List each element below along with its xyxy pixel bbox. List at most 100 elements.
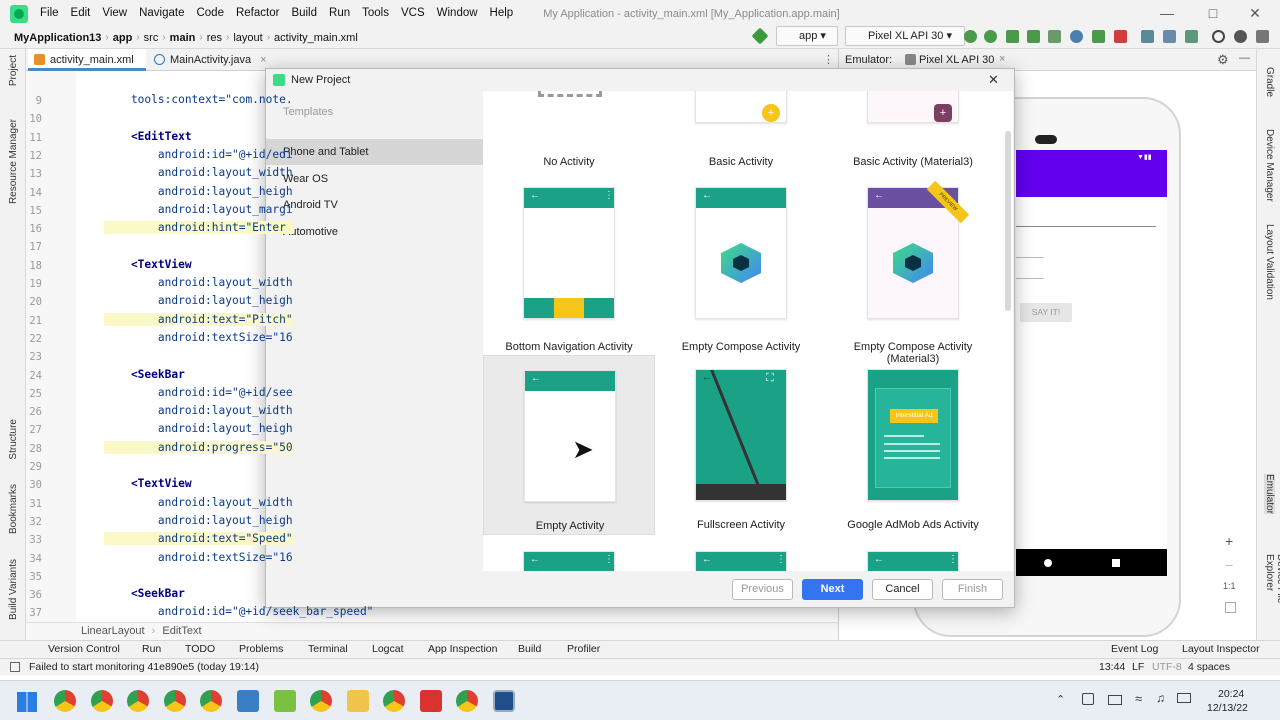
device-select[interactable]: Pixel XL API 30 ▾ bbox=[845, 26, 965, 46]
category-wear-os[interactable]: Wear OS bbox=[266, 166, 483, 192]
tool-build[interactable]: Build bbox=[518, 643, 541, 655]
notepad-icon[interactable] bbox=[237, 690, 259, 712]
recents-nav-icon[interactable] bbox=[1112, 559, 1120, 567]
menu-code[interactable]: Code bbox=[190, 0, 230, 27]
code-line[interactable]: <SeekBar bbox=[104, 587, 185, 600]
tool-event-log[interactable]: Event Log bbox=[1111, 643, 1158, 655]
tool-project[interactable]: Project bbox=[8, 55, 19, 86]
chrome-icon[interactable] bbox=[127, 690, 149, 712]
menu-window[interactable]: Window bbox=[431, 0, 484, 27]
template-bottom-navigation[interactable]: ← ⋮ Bottom Navigation Activity bbox=[483, 187, 655, 367]
code-line[interactable]: android:hint="Enter bbox=[104, 221, 293, 235]
code-line[interactable]: android:layout_heigh bbox=[104, 294, 293, 307]
menu-tools[interactable]: Tools bbox=[356, 0, 395, 27]
android-studio-taskbar-icon[interactable] bbox=[493, 690, 515, 712]
tool-run[interactable]: Run bbox=[142, 643, 161, 655]
emulator-settings-icon[interactable]: ⚙ bbox=[1217, 52, 1229, 68]
crumb-file[interactable]: activity_main.xml bbox=[270, 32, 362, 44]
previous-button[interactable]: Previous bbox=[732, 579, 793, 600]
volume-icon[interactable]: ♫ bbox=[1156, 691, 1165, 705]
caret-position[interactable]: 13:44 bbox=[1099, 661, 1125, 673]
template-empty-compose-material3[interactable]: ← PREVIEW Empty Compose Activity (Materi… bbox=[827, 180, 999, 367]
status-toggle-icon[interactable] bbox=[10, 662, 20, 672]
close-tab-icon[interactable]: × bbox=[260, 54, 266, 66]
template-no-activity[interactable]: No Activity bbox=[483, 91, 655, 191]
close-window-icon[interactable]: ✕ bbox=[1232, 0, 1278, 27]
clock-date[interactable]: 12/13/22 bbox=[1207, 702, 1248, 714]
indent-setting[interactable]: 4 spaces bbox=[1188, 661, 1230, 673]
coverage-icon[interactable] bbox=[1048, 30, 1061, 43]
grid-scrollbar[interactable] bbox=[1005, 131, 1011, 311]
sdk-manager-icon[interactable] bbox=[1185, 30, 1198, 43]
template-admob-ads[interactable]: Interstitial Ad Google AdMob Ads Activit… bbox=[827, 355, 999, 535]
crumb-layout[interactable]: layout bbox=[229, 32, 266, 44]
chrome-icon[interactable] bbox=[383, 690, 405, 712]
tool-layout-inspector[interactable]: Layout Inspector bbox=[1182, 643, 1260, 655]
tool-todo[interactable]: TODO bbox=[185, 643, 215, 655]
more-tabs-icon[interactable]: ⋮ bbox=[823, 53, 834, 66]
code-line[interactable]: android:text="Speed" bbox=[104, 532, 293, 546]
code-line[interactable]: android:layout_heigh bbox=[104, 185, 293, 198]
menu-vcs[interactable]: VCS bbox=[395, 0, 431, 27]
template-grid[interactable]: No Activity + Basic Activity + Basic Act… bbox=[483, 91, 1013, 571]
category-android-tv[interactable]: Android TV bbox=[266, 192, 483, 218]
rerun-icon[interactable] bbox=[964, 30, 977, 43]
recorder-icon[interactable] bbox=[420, 690, 442, 712]
code-line[interactable]: android:layout_width bbox=[104, 166, 293, 179]
finish-button[interactable]: Finish bbox=[942, 579, 1003, 600]
phone-screen[interactable]: ▼▮▮ SAY IT! bbox=[1016, 150, 1167, 576]
menu-navigate[interactable]: Navigate bbox=[133, 0, 190, 27]
emulator-device-tab[interactable]: Pixel XL API 30 bbox=[919, 54, 994, 66]
tool-app-inspection[interactable]: App Inspection bbox=[428, 643, 497, 655]
code-line[interactable]: android:textSize="16 bbox=[104, 331, 293, 344]
crumb-src[interactable]: src bbox=[140, 32, 163, 44]
chrome-icon[interactable] bbox=[310, 690, 332, 712]
menu-edit[interactable]: Edit bbox=[65, 0, 97, 27]
menu-build[interactable]: Build bbox=[285, 0, 323, 27]
chrome-icon[interactable] bbox=[164, 690, 186, 712]
debug-icon[interactable] bbox=[1006, 30, 1019, 43]
code-line[interactable]: android:text="Pitch" bbox=[104, 312, 293, 326]
category-automotive[interactable]: Automotive bbox=[266, 219, 483, 245]
cancel-button[interactable]: Cancel bbox=[872, 579, 933, 600]
tool-terminal[interactable]: Terminal bbox=[308, 643, 348, 655]
crumb-project[interactable]: MyApplication13 bbox=[0, 32, 105, 44]
code-line[interactable]: <TextView bbox=[104, 258, 192, 271]
emulator-hide-icon[interactable]: — bbox=[1239, 52, 1250, 64]
device-manager-icon[interactable] bbox=[1163, 30, 1176, 43]
menu-run[interactable]: Run bbox=[323, 0, 356, 27]
tool-bookmarks[interactable]: Bookmarks bbox=[8, 484, 19, 534]
code-line[interactable]: android:layout_width bbox=[104, 496, 293, 509]
chrome-icon[interactable] bbox=[200, 690, 222, 712]
code-line[interactable]: android:id="@+id/seek_bar_speed" bbox=[104, 605, 374, 618]
profile-avatar-icon[interactable] bbox=[1256, 30, 1269, 43]
chrome-icon[interactable] bbox=[456, 690, 478, 712]
next-button[interactable]: Next bbox=[802, 579, 863, 600]
template-basic-activity[interactable]: + Basic Activity bbox=[655, 91, 827, 191]
crumb-edittext[interactable]: EditText bbox=[162, 625, 201, 637]
settings-gear-icon[interactable] bbox=[1234, 30, 1247, 43]
code-line[interactable]: android:id="@+id/see bbox=[104, 386, 293, 399]
zoom-out-icon[interactable]: − bbox=[1225, 557, 1233, 573]
tool-resource-manager[interactable]: Resource Manager bbox=[8, 119, 19, 204]
tab-main-activity[interactable]: MainActivity.java × bbox=[148, 49, 276, 71]
tool-device-file-explorer[interactable]: Device File Explorer bbox=[1264, 554, 1280, 643]
code-line[interactable]: android:id="@+id/edi bbox=[104, 148, 293, 161]
crumb-app[interactable]: app bbox=[109, 32, 137, 44]
camtasia-icon[interactable] bbox=[274, 690, 296, 712]
file-explorer-icon[interactable] bbox=[347, 690, 369, 712]
close-dialog-icon[interactable]: ✕ bbox=[988, 69, 999, 91]
template-empty-compose[interactable]: ← Empty Compose Activity bbox=[655, 187, 827, 367]
template-row4[interactable]: ← ⋮ bbox=[655, 537, 827, 571]
tray-app-icon[interactable] bbox=[1082, 693, 1094, 705]
template-fullscreen-activity[interactable]: ← ⛶ Fullscreen Activity bbox=[655, 355, 827, 535]
menu-help[interactable]: Help bbox=[484, 0, 520, 27]
minimize-icon[interactable]: — bbox=[1144, 0, 1190, 27]
windows-start-icon[interactable] bbox=[17, 692, 37, 712]
category-phone-tablet[interactable]: Phone and Tablet bbox=[266, 139, 483, 165]
crumb-linearlayout[interactable]: LinearLayout bbox=[81, 625, 145, 637]
menu-file[interactable]: File bbox=[34, 0, 65, 27]
tool-layout-validation[interactable]: Layout Validation bbox=[1264, 224, 1275, 300]
code-line[interactable]: <SeekBar bbox=[104, 368, 185, 381]
code-line[interactable]: tools:context="com.note. bbox=[104, 93, 293, 106]
